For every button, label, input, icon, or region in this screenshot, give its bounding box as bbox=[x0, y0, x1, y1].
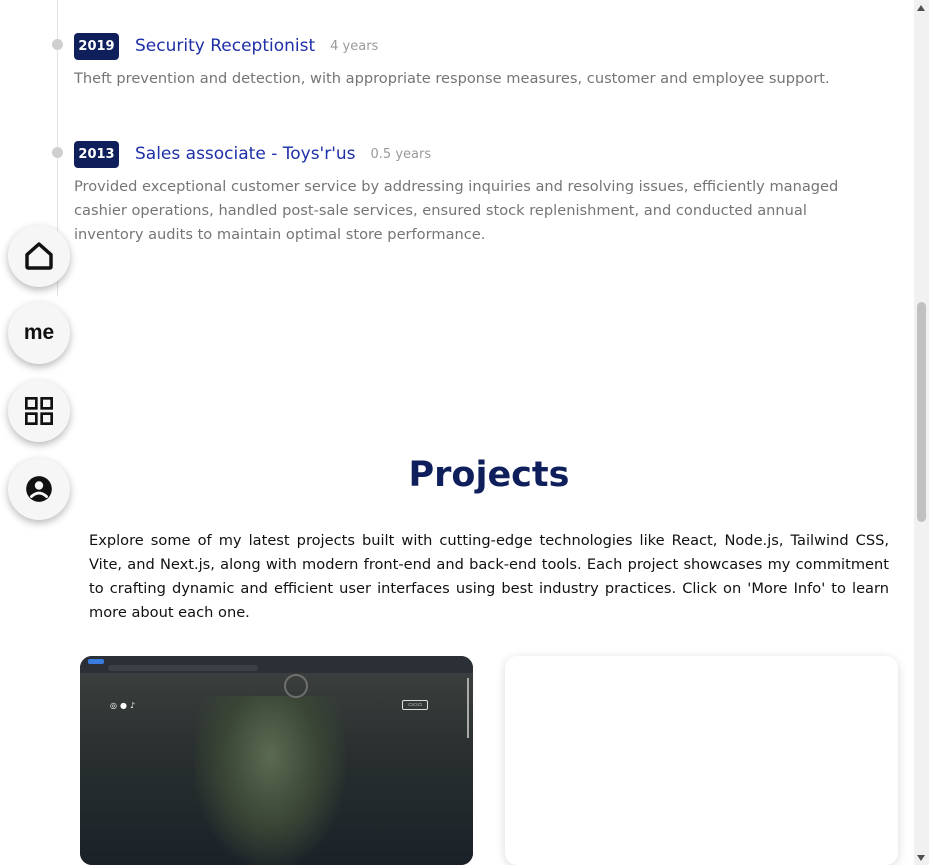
grid-icon bbox=[25, 397, 53, 425]
project-card[interactable] bbox=[505, 656, 898, 865]
experience-entry: 2019 Security Receptionist 4 years Theft… bbox=[74, 32, 874, 91]
experience-entry: 2013 Sales associate - Toys'r'us 0.5 yea… bbox=[74, 140, 874, 247]
timeline-dot bbox=[52, 39, 63, 50]
project-card[interactable]: ◎●♪ ▭▭▭ bbox=[80, 656, 473, 865]
job-duration: 4 years bbox=[330, 38, 379, 54]
scrollbar-thumb[interactable] bbox=[917, 302, 926, 522]
facebook-icon: ● bbox=[119, 701, 130, 710]
scroll-down-arrow[interactable] bbox=[917, 855, 925, 861]
projects-intro: Explore some of my latest projects built… bbox=[89, 532, 889, 621]
preview-button: ▭▭▭ bbox=[402, 700, 429, 710]
job-title: Sales associate - Toys'r'us bbox=[135, 144, 356, 164]
scroll-up-arrow[interactable] bbox=[917, 5, 925, 11]
projects-title: Projects bbox=[408, 455, 570, 495]
job-description: Theft prevention and detection, with app… bbox=[74, 70, 830, 87]
tiktok-icon: ♪ bbox=[129, 701, 139, 710]
home-icon bbox=[25, 242, 53, 270]
nav-projects-button[interactable] bbox=[8, 380, 70, 442]
browser-chrome bbox=[80, 656, 473, 673]
year-badge: 2019 bbox=[74, 32, 119, 60]
social-icons: ◎●♪ bbox=[110, 701, 138, 710]
timeline-dot bbox=[52, 147, 63, 158]
nav-about-label: me bbox=[23, 321, 55, 344]
nav-home-button[interactable] bbox=[8, 225, 70, 287]
instagram-icon: ◎ bbox=[110, 701, 120, 710]
job-title: Security Receptionist bbox=[135, 36, 316, 56]
year-badge: 2013 bbox=[74, 140, 119, 168]
job-duration: 0.5 years bbox=[370, 146, 432, 162]
job-description: Provided exceptional customer service by… bbox=[74, 178, 839, 243]
nav-about-button[interactable]: me bbox=[8, 302, 70, 364]
page-scrollbar[interactable] bbox=[914, 0, 929, 865]
